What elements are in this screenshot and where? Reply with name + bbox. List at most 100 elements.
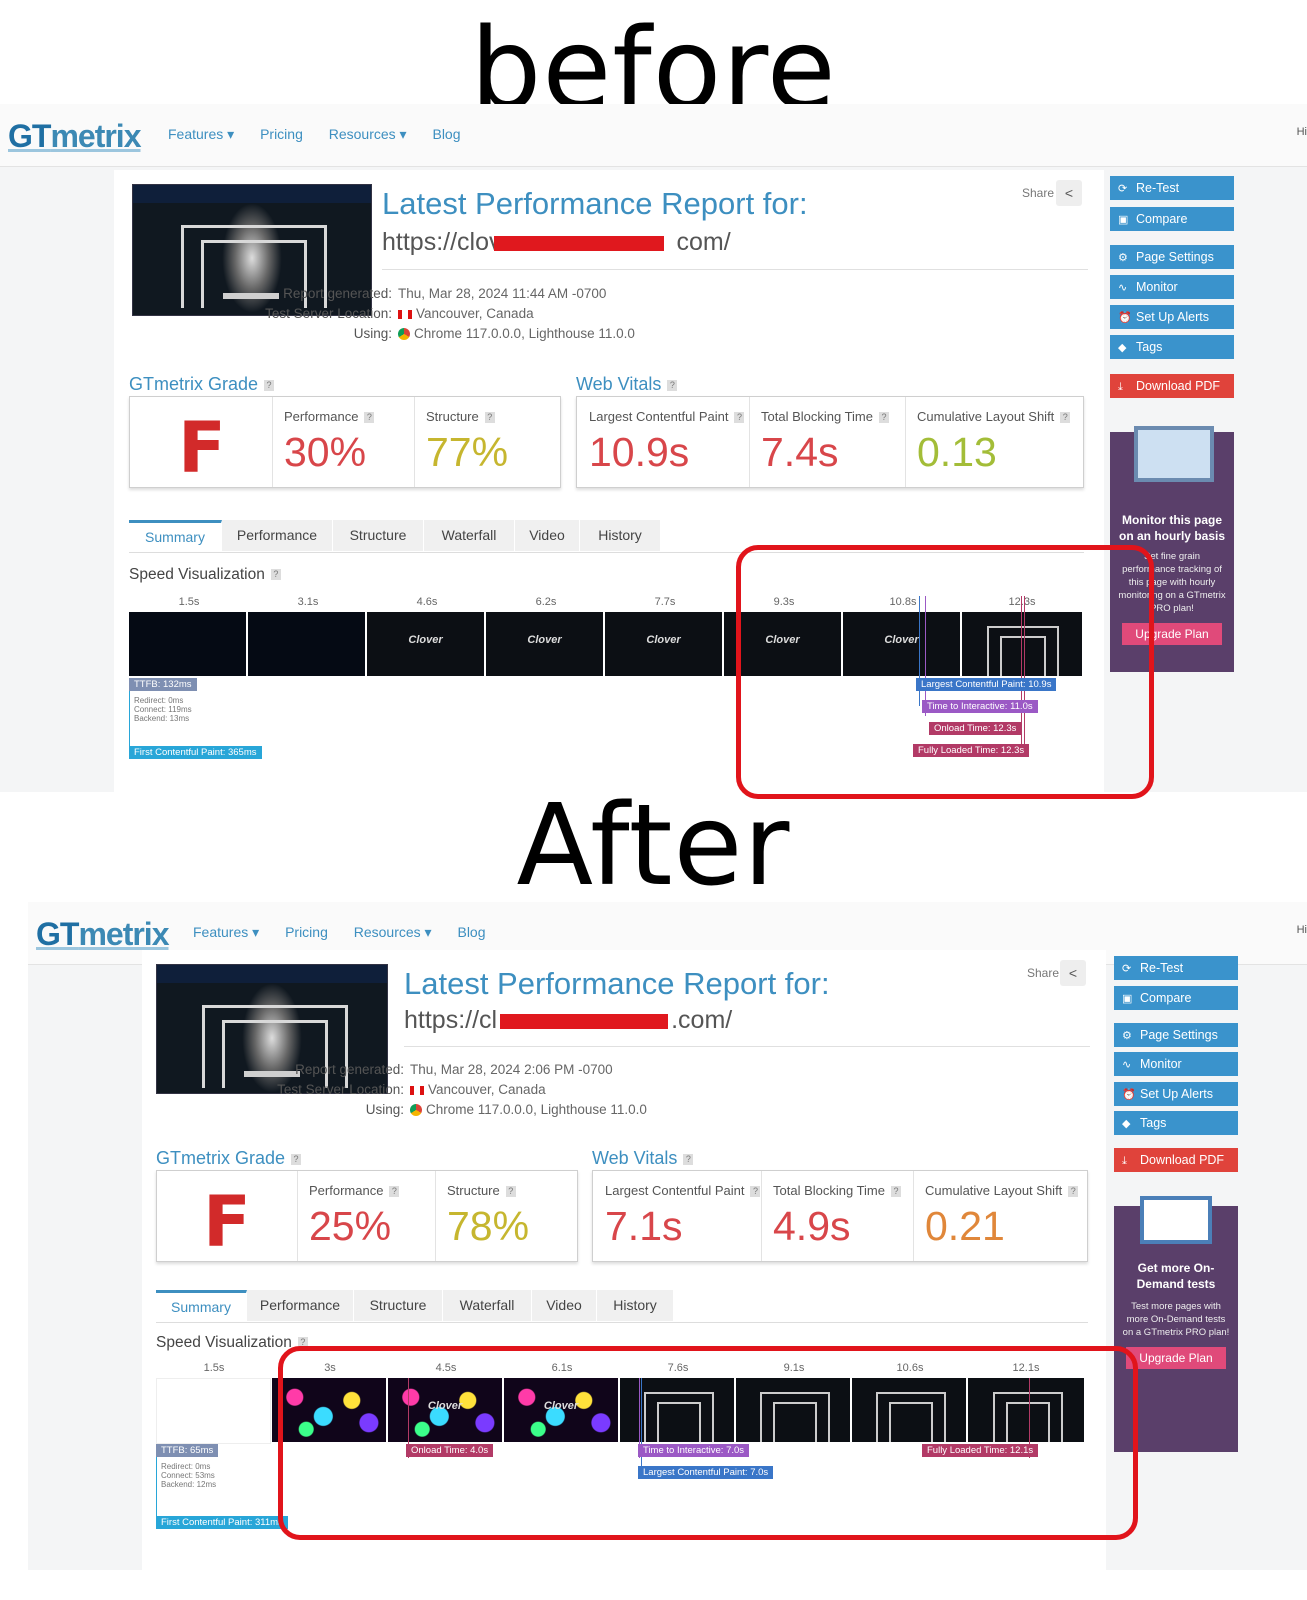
tab-summary[interactable]: Summary (156, 1290, 247, 1321)
compare-button[interactable]: ▣ Compare (1114, 986, 1238, 1010)
grade-letter: F (203, 1181, 251, 1263)
share-icon[interactable]: < (1056, 180, 1082, 206)
retest-button[interactable]: ⟳ Re-Test (1114, 956, 1238, 980)
vitals-box: Largest Contentful Paint? 10.9s Total Blo… (576, 396, 1084, 488)
compare-button[interactable]: ▣ Compare (1110, 207, 1234, 231)
nav-blog[interactable]: Blog (432, 126, 460, 142)
download-pdf-button[interactable]: ⤓ Download PDF (1110, 374, 1234, 398)
gtmetrix-logo[interactable]: GTmetrix (36, 916, 169, 953)
time-tick: 7.7s (654, 596, 676, 608)
alerts-button[interactable]: ⏰ Set Up Alerts (1114, 1082, 1238, 1106)
grade-box: F Performance? 30% Structure? 77% (129, 396, 561, 489)
refresh-icon: ⟳ (1122, 963, 1132, 975)
url-redaction (494, 236, 664, 251)
tab-history[interactable]: History (597, 1290, 674, 1321)
time-tick: 4.6s (416, 596, 438, 608)
report-date: Thu, Mar 28, 2024 2:06 PM -0700 (410, 1062, 613, 1077)
lcp-value: 10.9s (589, 429, 690, 475)
performance-score: 30% (284, 429, 367, 475)
timing-breakdown: Redirect: 0ms Connect: 53ms Backend: 12ms (161, 1462, 217, 1489)
ttfb-marker: TTFB: 65ms (156, 1444, 219, 1457)
structure-score: 77% (426, 429, 509, 475)
report-tabs: Summary Performance Structure Waterfall … (156, 1290, 1088, 1323)
vitals-box: Largest Contentful Paint? 7.1s Total Bloc… (592, 1170, 1088, 1262)
tab-history[interactable]: History (580, 520, 661, 551)
report-meta: Report generated: Thu, Mar 28, 2024 2:06 … (277, 1062, 647, 1117)
time-tick: 6.2s (535, 596, 557, 608)
share-label: Share (1022, 186, 1055, 200)
nav-resources[interactable]: Resources ▾ (354, 924, 432, 940)
nav-user[interactable]: Hi (1297, 924, 1307, 936)
nav-features[interactable]: Features ▾ (193, 924, 259, 940)
share-icon[interactable]: < (1060, 960, 1086, 986)
filmstrip-frame (129, 612, 248, 676)
performance-score: 25% (309, 1203, 392, 1249)
vitals-heading: Web Vitals? (576, 374, 678, 395)
monitor-illustration-icon (1134, 426, 1214, 482)
monitor-button[interactable]: ∿ Monitor (1114, 1052, 1238, 1076)
time-tick: 3.1s (297, 596, 319, 608)
gear-icon: ⚙ (1118, 252, 1128, 264)
cls-value: 0.21 (925, 1203, 1005, 1249)
tag-icon: ◆ (1122, 1118, 1131, 1130)
time-tick: 1.5s (203, 1362, 225, 1374)
filmstrip-frame (248, 612, 367, 676)
tag-icon: ◆ (1118, 342, 1127, 354)
page-settings-button[interactable]: ⚙ Page Settings (1114, 1023, 1238, 1047)
compare-icon: ▣ (1118, 214, 1129, 226)
chrome-icon (410, 1104, 422, 1117)
timing-breakdown: Redirect: 0ms Connect: 119ms Backend: 13ms (134, 696, 192, 723)
tab-performance[interactable]: Performance (222, 520, 333, 551)
monitor-button[interactable]: ∿ Monitor (1110, 275, 1234, 299)
filmstrip-frame (156, 1378, 271, 1444)
url-redaction (500, 1014, 668, 1029)
tab-performance[interactable]: Performance (247, 1290, 354, 1321)
lcp-value: 7.1s (605, 1203, 683, 1249)
tbt-value: 4.9s (773, 1203, 851, 1249)
tab-video[interactable]: Video (532, 1290, 597, 1321)
chrome-icon (398, 328, 410, 341)
gear-icon: ⚙ (1122, 1030, 1132, 1042)
after-label: After (516, 781, 791, 911)
highlight-box-after (278, 1346, 1138, 1540)
canada-flag-icon (410, 1085, 424, 1095)
page-settings-button[interactable]: ⚙ Page Settings (1110, 245, 1234, 269)
tags-button[interactable]: ◆ Tags (1110, 335, 1234, 359)
tab-summary[interactable]: Summary (129, 520, 222, 551)
nav-user[interactable]: Hi (1297, 126, 1307, 138)
gtmetrix-logo[interactable]: GTmetrix (8, 118, 141, 155)
tbt-value: 7.4s (761, 429, 839, 475)
tab-waterfall[interactable]: Waterfall (424, 520, 515, 551)
vitals-heading: Web Vitals? (592, 1148, 694, 1169)
tags-button[interactable]: ◆ Tags (1114, 1111, 1238, 1135)
top-nav: GTmetrix Features ▾ Pricing Resources ▾ … (0, 104, 1307, 167)
pdf-icon: ⤓ (1118, 381, 1123, 393)
share-label: Share (1027, 966, 1060, 980)
speed-visualization-heading: Speed Visualization? (156, 1334, 308, 1352)
tab-waterfall[interactable]: Waterfall (443, 1290, 532, 1321)
download-pdf-button[interactable]: ⤓ Download PDF (1114, 1148, 1238, 1172)
nav-blog[interactable]: Blog (457, 924, 485, 940)
fcp-marker: First Contentful Paint: 365ms (129, 746, 262, 759)
ttfb-marker: TTFB: 132ms (129, 678, 197, 691)
nav-features[interactable]: Features ▾ (168, 126, 234, 142)
nav-pricing[interactable]: Pricing (260, 126, 303, 142)
cls-value: 0.13 (917, 429, 997, 475)
alerts-button[interactable]: ⏰ Set Up Alerts (1110, 305, 1234, 329)
structure-score: 78% (447, 1203, 530, 1249)
fcp-marker: First Contentful Paint: 311ms (156, 1516, 288, 1529)
calendar-illustration-icon (1140, 1196, 1212, 1244)
nav-resources[interactable]: Resources ▾ (329, 126, 407, 142)
nav-pricing[interactable]: Pricing (285, 924, 328, 940)
grade-letter: F (178, 407, 226, 489)
grade-heading: GTmetrix Grade? (129, 374, 275, 395)
report-title: Latest Performance Report for: (382, 186, 808, 221)
compare-icon: ▣ (1122, 993, 1133, 1005)
time-tick: 1.5s (178, 596, 200, 608)
tab-video[interactable]: Video (515, 520, 580, 551)
report-title: Latest Performance Report for: (404, 966, 830, 1001)
tab-structure[interactable]: Structure (354, 1290, 443, 1321)
upgrade-plan-button[interactable]: Upgrade Plan (1126, 1347, 1226, 1369)
tab-structure[interactable]: Structure (333, 520, 424, 551)
retest-button[interactable]: ⟳ Re-Test (1110, 176, 1234, 200)
